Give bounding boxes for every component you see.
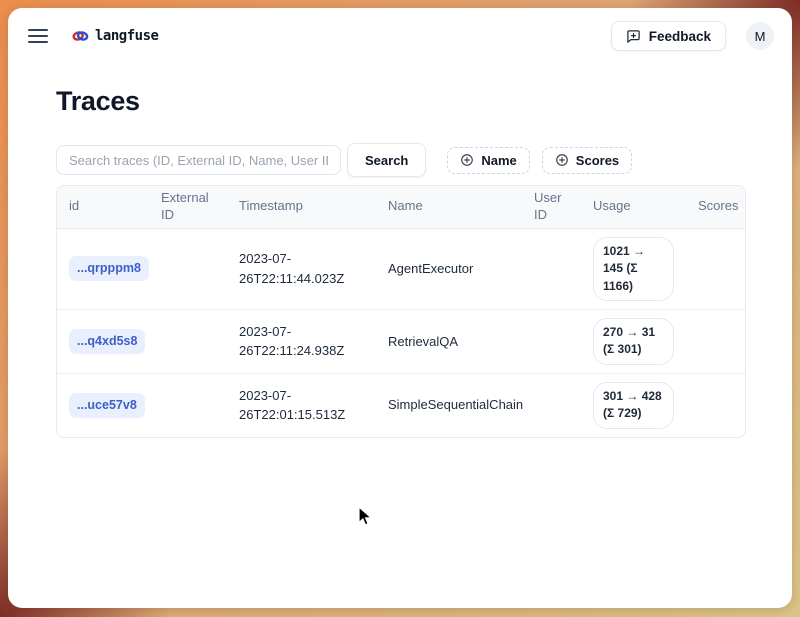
usage-badge: 1021 → 145 (Σ 1166)	[593, 237, 674, 301]
page-title: Traces	[56, 86, 746, 117]
trace-id-link[interactable]: ...uce57v8	[69, 393, 145, 418]
external-id-cell	[149, 261, 227, 277]
scores-cell	[686, 261, 745, 277]
external-id-cell	[149, 333, 227, 349]
table-row[interactable]: ...uce57v8 2023-07-26T22:01:15.513Z Simp…	[57, 374, 745, 437]
usage-cell: 1021 → 145 (Σ 1166)	[581, 229, 686, 309]
user-id-cell	[522, 397, 581, 413]
column-header-timestamp: Timestamp	[227, 194, 376, 219]
usage-badge: 270 → 31 (Σ 301)	[593, 318, 674, 365]
search-input[interactable]	[56, 145, 341, 175]
avatar[interactable]: M	[746, 22, 774, 50]
scores-cell	[686, 333, 745, 349]
feedback-button[interactable]: Feedback	[611, 21, 726, 51]
filter-name-button[interactable]: Name	[447, 147, 529, 174]
plus-circle-icon	[460, 153, 474, 167]
table-body: ...qrpppm8 2023-07-26T22:11:44.023Z Agen…	[57, 229, 745, 437]
menu-icon[interactable]	[28, 25, 52, 47]
main-content: Traces Search Name Scores	[8, 86, 792, 438]
table-row[interactable]: ...qrpppm8 2023-07-26T22:11:44.023Z Agen…	[57, 229, 745, 310]
name-cell: AgentExecutor	[376, 251, 522, 287]
arrow-cursor	[357, 506, 375, 533]
traces-table: id External ID Timestamp Name User ID Us…	[56, 185, 746, 438]
message-plus-icon	[626, 29, 641, 44]
search-row: Search Name Scores	[56, 143, 746, 177]
filter-scores-label: Scores	[576, 153, 619, 168]
column-header-name: Name	[376, 194, 522, 219]
trace-id-link[interactable]: ...qrpppm8	[69, 256, 149, 281]
name-cell: RetrievalQA	[376, 324, 522, 360]
langfuse-logo-icon	[72, 29, 89, 43]
id-cell: ...q4xd5s8	[57, 321, 149, 362]
user-id-cell	[522, 333, 581, 349]
timestamp-cell: 2023-07-26T22:11:44.023Z	[227, 241, 376, 296]
usage-cell: 270 → 31 (Σ 301)	[581, 310, 686, 373]
app-window: langfuse Feedback M Traces Search	[8, 8, 792, 608]
filter-scores-button[interactable]: Scores	[542, 147, 632, 174]
user-id-cell	[522, 261, 581, 277]
brand: langfuse	[72, 28, 158, 44]
name-cell: SimpleSequentialChain	[376, 387, 522, 423]
column-header-scores: Scores	[686, 194, 746, 219]
column-header-external-id: External ID	[149, 186, 227, 228]
brand-wordmark: langfuse	[95, 28, 158, 44]
filter-name-label: Name	[481, 153, 516, 168]
usage-badge: 301 → 428 (Σ 729)	[593, 382, 674, 429]
timestamp-cell: 2023-07-26T22:11:24.938Z	[227, 314, 376, 369]
scores-cell	[686, 397, 745, 413]
timestamp-cell: 2023-07-26T22:01:15.513Z	[227, 378, 376, 433]
avatar-initial: M	[755, 29, 766, 44]
column-header-usage: Usage	[581, 194, 686, 219]
trace-id-link[interactable]: ...q4xd5s8	[69, 329, 145, 354]
table-header-row: id External ID Timestamp Name User ID Us…	[57, 186, 745, 229]
plus-circle-icon	[555, 153, 569, 167]
id-cell: ...uce57v8	[57, 385, 149, 426]
column-header-id: id	[57, 194, 149, 219]
usage-cell: 301 → 428 (Σ 729)	[581, 374, 686, 437]
search-button[interactable]: Search	[347, 143, 426, 177]
external-id-cell	[149, 397, 227, 413]
column-header-user-id: User ID	[522, 186, 581, 228]
feedback-label: Feedback	[649, 29, 711, 44]
id-cell: ...qrpppm8	[57, 248, 149, 289]
table-row[interactable]: ...q4xd5s8 2023-07-26T22:11:24.938Z Retr…	[57, 310, 745, 374]
top-bar: langfuse Feedback M	[8, 8, 792, 52]
